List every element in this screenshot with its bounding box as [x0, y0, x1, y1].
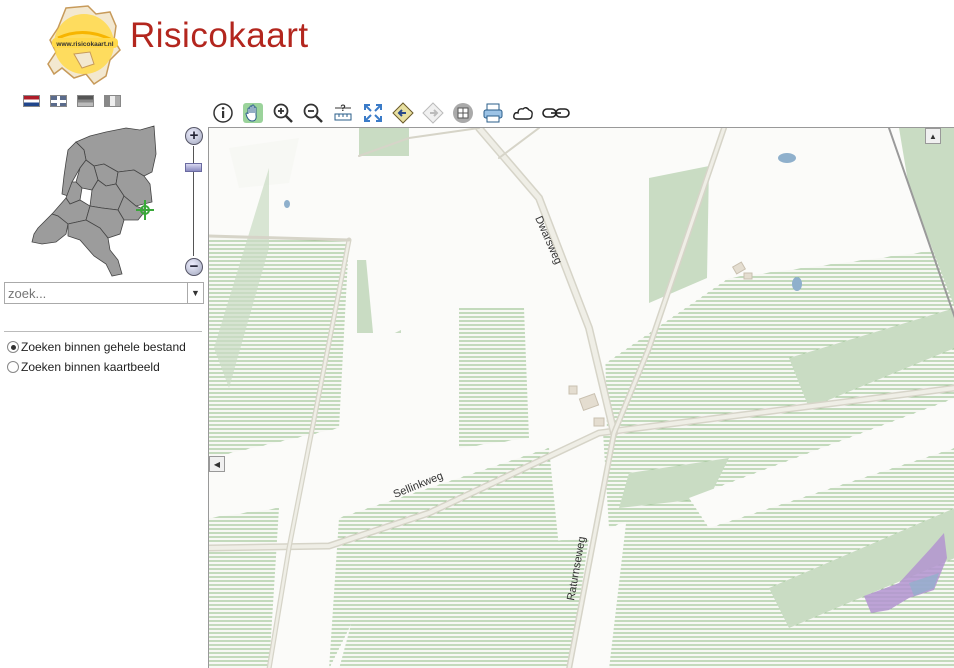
search-dropdown-button[interactable]: ▼: [187, 283, 203, 303]
search-scope-whole[interactable]: Zoeken binnen gehele bestand: [7, 340, 186, 354]
radio-label: Zoeken binnen kaartbeeld: [21, 360, 160, 374]
search-input[interactable]: [5, 283, 187, 303]
pan-left-button[interactable]: ◀: [209, 456, 225, 472]
back-icon[interactable]: [391, 101, 415, 125]
layers-icon[interactable]: [451, 101, 475, 125]
measure-icon[interactable]: ?: [331, 101, 355, 125]
radio-label: Zoeken binnen gehele bestand: [21, 340, 186, 354]
search-scope-view[interactable]: Zoeken binnen kaartbeeld: [7, 360, 160, 374]
radio-whole-dataset[interactable]: [7, 341, 19, 353]
de-flag-icon[interactable]: [77, 95, 94, 107]
overview-map[interactable]: [28, 124, 160, 279]
print-icon[interactable]: [481, 101, 505, 125]
zoom-out-button[interactable]: −: [185, 258, 203, 276]
zoom-slider-handle[interactable]: [185, 163, 202, 172]
fr-flag-icon[interactable]: [104, 95, 121, 107]
svg-text:www.risicokaart.nl: www.risicokaart.nl: [55, 41, 113, 48]
arrow-left-icon: ◀: [213, 459, 221, 469]
full-extent-icon[interactable]: [361, 101, 385, 125]
brand-title: Risicokaart: [130, 16, 309, 55]
link-icon[interactable]: [541, 101, 571, 125]
pan-hand-icon[interactable]: [241, 101, 265, 125]
map-toolbar: ?: [211, 99, 577, 127]
chevron-down-icon: ▼: [191, 288, 200, 298]
cloud-icon[interactable]: [511, 101, 535, 125]
map-canvas[interactable]: Dwarsweg Sellinkweg Raturnseweg ▲ ◀: [208, 127, 954, 668]
zoom-out-icon[interactable]: [301, 101, 325, 125]
risicokaart-logo[interactable]: www.risicokaart.nl: [44, 4, 124, 88]
info-icon[interactable]: [211, 101, 235, 125]
zoom-in-button[interactable]: +: [185, 127, 203, 145]
pan-up-button[interactable]: ▲: [925, 128, 941, 144]
divider: [4, 331, 202, 332]
risicokaart-app: www.risicokaart.nl Risicokaart + − zoek.…: [0, 0, 954, 668]
forward-icon[interactable]: [421, 101, 445, 125]
language-selector: [23, 95, 121, 107]
arrow-up-icon: ▲: [929, 131, 937, 141]
zoom-in-icon[interactable]: [271, 101, 295, 125]
map-background: Dwarsweg Sellinkweg Raturnseweg: [209, 128, 954, 668]
search-box: ▼: [4, 282, 204, 304]
uk-flag-icon[interactable]: [50, 95, 67, 107]
nl-flag-icon[interactable]: [23, 95, 40, 107]
radio-map-view[interactable]: [7, 361, 19, 373]
